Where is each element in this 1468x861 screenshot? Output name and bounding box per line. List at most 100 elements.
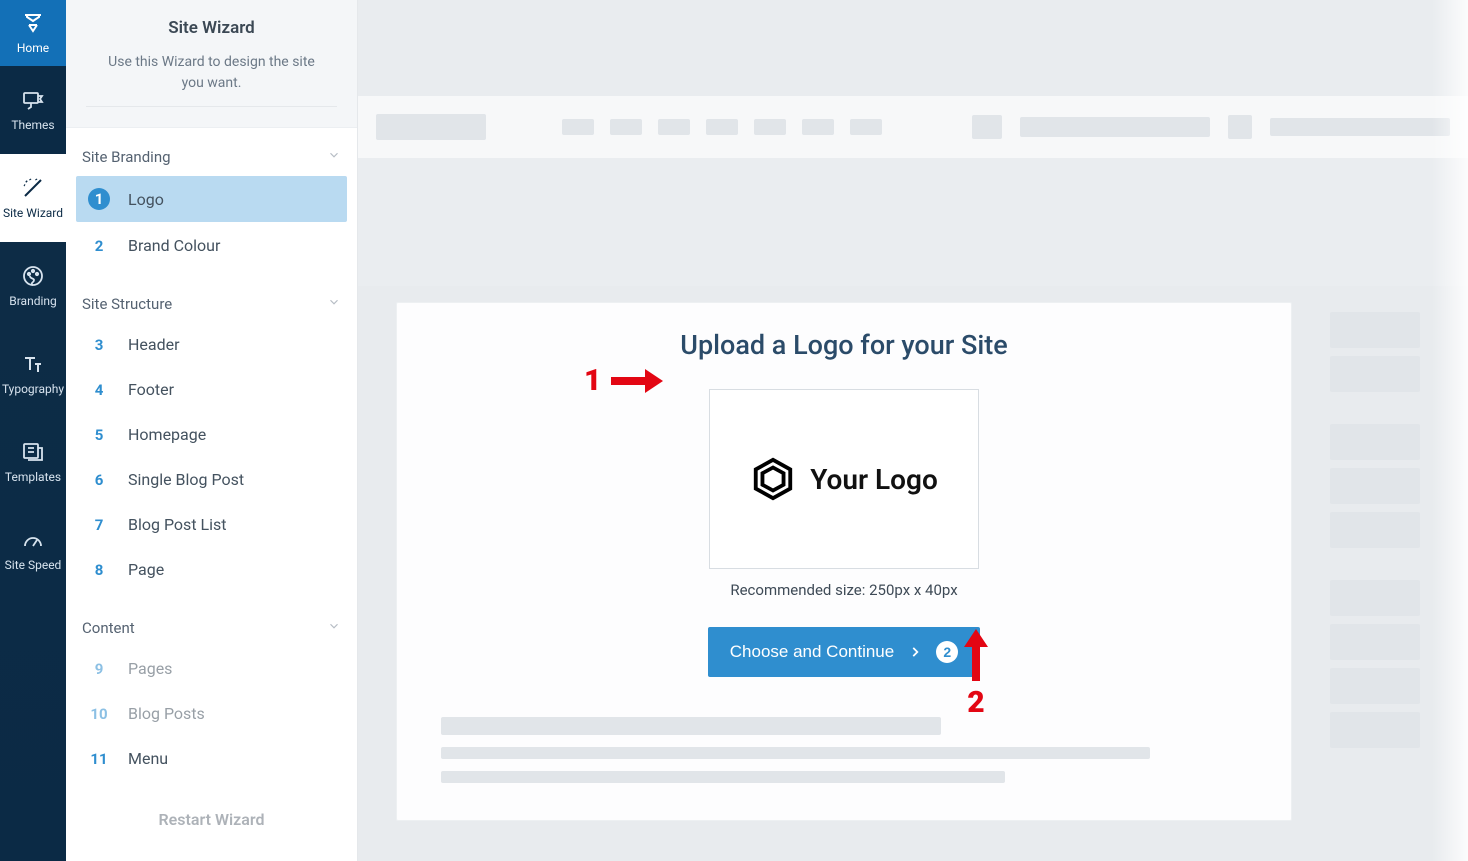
annotation-number: 2 — [967, 685, 984, 720]
palette-icon — [21, 264, 45, 288]
step-footer[interactable]: 4 Footer — [76, 368, 347, 411]
step-menu[interactable]: 11 Menu — [76, 737, 347, 780]
skeleton-block — [972, 115, 1002, 139]
rail-typography-label: Typography — [2, 382, 64, 396]
brush-icon — [21, 88, 45, 112]
skeleton-block — [1228, 115, 1252, 139]
step-pages[interactable]: 9 Pages — [76, 647, 347, 690]
logo-dropzone[interactable]: Your Logo — [709, 389, 979, 569]
cta-label: Choose and Continue — [730, 642, 894, 662]
skeleton-block — [1330, 712, 1420, 748]
section-site-branding: Site Branding 1 Logo 2 Brand Colour — [66, 128, 357, 275]
rail-themes-label: Themes — [11, 118, 54, 132]
restart-wizard-link[interactable]: Restart Wizard — [66, 788, 357, 857]
skeleton-block — [1330, 512, 1420, 548]
upload-logo-title: Upload a Logo for your Site — [680, 329, 1007, 361]
step-number: 4 — [88, 381, 110, 399]
step-page[interactable]: 8 Page — [76, 548, 347, 591]
logo-placeholder-text: Your Logo — [810, 463, 938, 496]
step-label: Footer — [128, 380, 174, 399]
skeleton-block — [376, 114, 486, 140]
rail-themes[interactable]: Themes — [0, 66, 66, 154]
wizard-sidebar: Site Wizard Use this Wizard to design th… — [66, 0, 358, 861]
chevron-down-icon — [327, 148, 341, 166]
wizard-title: Site Wizard — [86, 18, 337, 38]
wizard-header: Site Wizard Use this Wizard to design th… — [66, 0, 357, 128]
step-number: 5 — [88, 426, 110, 444]
step-number: 3 — [88, 336, 110, 354]
skeleton-block — [1330, 424, 1420, 460]
step-brand-colour[interactable]: 2 Brand Colour — [76, 224, 347, 267]
arrow-right-icon — [609, 365, 665, 397]
step-label: Header — [128, 335, 180, 354]
section-head-branding[interactable]: Site Branding — [66, 138, 357, 176]
step-number: 1 — [88, 188, 110, 210]
gauge-icon — [21, 528, 45, 552]
wizard-subtitle: Use this Wizard to design the site you w… — [86, 52, 337, 107]
step-number: 7 — [88, 516, 110, 534]
step-label: Logo — [128, 190, 164, 209]
step-number: 9 — [88, 660, 110, 678]
step-blog-posts[interactable]: 10 Blog Posts — [76, 692, 347, 735]
templates-icon — [21, 440, 45, 464]
step-single-blog-post[interactable]: 6 Single Blog Post — [76, 458, 347, 501]
chevron-down-icon — [327, 295, 341, 313]
chevron-down-icon — [327, 619, 341, 637]
skeleton-block — [1330, 668, 1420, 704]
rail-site-speed-label: Site Speed — [5, 558, 62, 572]
rail-branding[interactable]: Branding — [0, 242, 66, 330]
rail-site-wizard-label: Site Wizard — [3, 206, 63, 220]
upload-logo-card: Upload a Logo for your Site Your Logo Re… — [396, 302, 1292, 821]
step-label: Menu — [128, 749, 168, 768]
step-logo[interactable]: 1 Logo — [76, 176, 347, 222]
recommended-size-text: Recommended size: 250px x 40px — [730, 581, 957, 599]
preview-nav-skeleton — [358, 96, 1468, 158]
choose-and-continue-button[interactable]: Choose and Continue 2 — [708, 627, 980, 677]
next-step-badge: 2 — [936, 641, 958, 663]
left-rail: Home Themes Site Wizard Branding Typogra… — [0, 0, 66, 861]
rail-templates-label: Templates — [5, 470, 61, 484]
step-homepage[interactable]: 5 Homepage — [76, 413, 347, 456]
rail-site-wizard[interactable]: Site Wizard — [0, 154, 66, 242]
rail-templates[interactable]: Templates — [0, 418, 66, 506]
step-number: 2 — [88, 237, 110, 255]
skeleton-block — [1020, 117, 1210, 137]
sidebar-skeleton — [1320, 302, 1430, 821]
skeleton-block — [850, 119, 882, 135]
skeleton-block — [562, 119, 594, 135]
section-title: Content — [82, 619, 135, 637]
rail-typography[interactable]: Typography — [0, 330, 66, 418]
section-head-structure[interactable]: Site Structure — [66, 285, 357, 323]
section-title: Site Structure — [82, 295, 172, 313]
skeleton-block — [610, 119, 642, 135]
step-label: Blog Posts — [128, 704, 205, 723]
step-label: Brand Colour — [128, 236, 220, 255]
annotation-number: 1 — [584, 363, 601, 398]
step-label: Single Blog Post — [128, 470, 244, 489]
step-label: Pages — [128, 659, 172, 678]
wand-icon — [21, 176, 45, 200]
rail-branding-label: Branding — [9, 294, 57, 308]
step-label: Page — [128, 560, 164, 579]
rail-home-label: Home — [17, 41, 49, 55]
content-skeleton — [441, 717, 1247, 783]
step-label: Blog Post List — [128, 515, 227, 534]
preview-area: Upload a Logo for your Site Your Logo Re… — [358, 0, 1468, 861]
rail-home[interactable]: Home — [0, 0, 66, 66]
preview-top-spacer — [358, 0, 1468, 96]
rail-site-speed[interactable]: Site Speed — [0, 506, 66, 594]
typography-icon — [21, 352, 45, 376]
skeleton-block — [706, 119, 738, 135]
section-head-content[interactable]: Content — [66, 609, 357, 647]
skeleton-block — [802, 119, 834, 135]
skeleton-block — [441, 771, 1005, 783]
step-header[interactable]: 3 Header — [76, 323, 347, 366]
step-blog-post-list[interactable]: 7 Blog Post List — [76, 503, 347, 546]
step-number: 10 — [88, 705, 110, 723]
skeleton-block — [1330, 312, 1420, 348]
annotation-1: 1 — [584, 363, 665, 398]
section-content: Content 9 Pages 10 Blog Posts 11 Menu — [66, 599, 357, 788]
skeleton-block — [441, 747, 1150, 759]
home-logo-icon — [21, 11, 45, 35]
step-label: Homepage — [128, 425, 206, 444]
